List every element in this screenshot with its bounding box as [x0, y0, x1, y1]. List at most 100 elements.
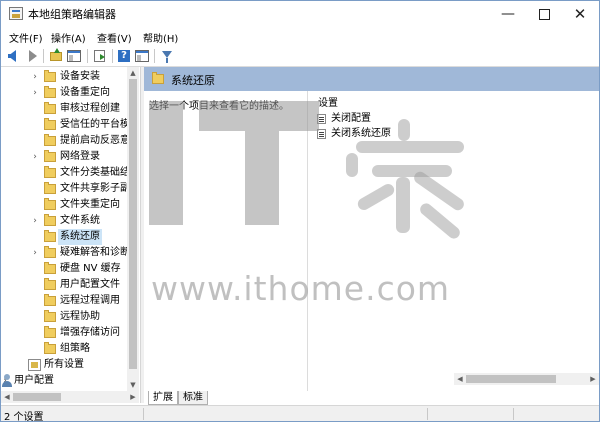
tree-item-device-installation[interactable]: › 设备安装	[1, 69, 127, 85]
scroll-down-arrow-icon[interactable]: ▼	[127, 379, 139, 391]
export-icon	[94, 50, 105, 62]
toolbar-separator	[87, 49, 88, 63]
scroll-left-arrow-icon[interactable]: ◀	[1, 391, 13, 403]
details-horizontal-scrollbar[interactable]: ◀ ▶	[454, 373, 599, 385]
tree-item-audit-process-creation[interactable]: 审核过程创建	[1, 101, 127, 117]
tree-item-label: 审核过程创建	[60, 103, 120, 114]
scroll-up-arrow-icon[interactable]: ▲	[127, 67, 139, 79]
folder-icon	[44, 182, 56, 194]
forward-button[interactable]	[23, 48, 39, 64]
export-list-button[interactable]	[92, 48, 108, 64]
view-tabs: 扩展 标准	[144, 391, 599, 405]
up-one-level-button[interactable]	[48, 48, 64, 64]
expand-chevron-icon[interactable]: ›	[31, 85, 39, 101]
expand-chevron-icon[interactable]: ›	[31, 245, 39, 261]
settings-column-header[interactable]: 设置	[318, 94, 338, 109]
tree-hscroll-thumb[interactable]	[13, 393, 61, 401]
tree-item-system-restore[interactable]: 系统还原	[1, 229, 127, 245]
expand-chevron-icon[interactable]: ›	[31, 213, 39, 229]
toolbar-separator	[43, 49, 44, 63]
help-icon: ?	[118, 50, 130, 62]
tree-item-label: 提前启动反恶意	[60, 135, 130, 146]
console-tree-icon	[67, 50, 81, 62]
tree-item-label: 用户配置	[14, 375, 54, 386]
toolbar-separator	[112, 49, 113, 63]
tree-item-label: 系统还原	[58, 229, 102, 245]
back-arrow-icon	[8, 50, 16, 62]
scroll-right-arrow-icon[interactable]: ▶	[127, 391, 139, 403]
tree-vertical-scrollbar[interactable]: ▲ ▼	[127, 67, 139, 391]
tree-item-group-policy[interactable]: 组策略	[1, 341, 127, 357]
folder-icon	[44, 262, 56, 274]
tree-item-user-configuration[interactable]: › 用户配置	[1, 373, 127, 389]
tree-item-device-redirection[interactable]: › 设备重定向	[1, 85, 127, 101]
tree-item-remote-assistance[interactable]: 远程协助	[1, 309, 127, 325]
folder-icon	[44, 86, 56, 98]
menu-view[interactable]: 查看(V)	[97, 30, 132, 45]
tree-item-troubleshooting-diagnostics[interactable]: › 疑难解答和诊断	[1, 245, 130, 261]
tab-extended[interactable]: 扩展	[148, 391, 178, 405]
scroll-right-arrow-icon[interactable]: ▶	[587, 373, 599, 385]
tree-item-enhanced-storage-access[interactable]: 增强存储访问	[1, 325, 127, 341]
tree-item-trusted-platform-module[interactable]: 受信任的平台模	[1, 117, 130, 133]
tree-item-early-launch-antimalware[interactable]: 提前启动反恶意	[1, 133, 130, 149]
folder-icon	[44, 118, 56, 130]
folder-icon	[44, 134, 56, 146]
tree-item-net-logon[interactable]: › 网络登录	[1, 149, 127, 165]
maximize-button[interactable]	[527, 1, 561, 27]
help-button[interactable]: ?	[116, 48, 132, 64]
policy-setting-icon	[317, 129, 326, 139]
maximize-icon	[538, 8, 550, 20]
tree-item-filesystem[interactable]: › 文件系统	[1, 213, 127, 229]
tree-item-file-classification[interactable]: 文件分类基础结	[1, 165, 130, 181]
menu-help[interactable]: 帮助(H)	[143, 30, 178, 45]
back-button[interactable]	[6, 48, 22, 64]
folder-up-icon	[50, 48, 62, 61]
tree-item-disk-nv-cache[interactable]: 硬盘 NV 缓存	[1, 261, 127, 277]
tree-item-label: 疑难解答和诊断	[60, 247, 130, 258]
filter-icon	[162, 51, 172, 63]
user-icon	[1, 374, 13, 388]
menu-file[interactable]: 文件(F)	[9, 30, 43, 45]
show-hide-tree-button[interactable]	[66, 48, 82, 64]
tree-item-user-profiles[interactable]: 用户配置文件	[1, 277, 127, 293]
console-tree: › 设备安装 › 设备重定向 审核过程创建 受信任的平台模 提前启动反恶意 › …	[1, 67, 139, 391]
toolbar: ?	[1, 46, 599, 67]
menu-action[interactable]: 操作(A)	[51, 30, 86, 45]
tree-scroll-thumb[interactable]	[129, 79, 137, 369]
tree-item-label: 文件共享影子副	[60, 183, 130, 194]
tab-standard[interactable]: 标准	[178, 391, 208, 405]
expand-chevron-icon[interactable]: ›	[31, 149, 39, 165]
folder-icon	[44, 326, 56, 338]
tree-item-label: 用户配置文件	[60, 279, 120, 290]
tree-item-label: 文件系统	[60, 215, 100, 226]
policy-editor-app-icon	[9, 7, 23, 20]
tree-item-file-share-shadow-copy[interactable]: 文件共享影子副	[1, 181, 130, 197]
folder-icon	[44, 278, 56, 290]
tree-item-label: 远程过程调用	[60, 295, 120, 306]
minimize-button[interactable]: —	[491, 1, 525, 27]
details-hscroll-thumb[interactable]	[466, 375, 556, 383]
folder-icon	[44, 70, 56, 82]
folder-icon	[44, 342, 56, 354]
forward-arrow-icon	[29, 50, 37, 62]
folder-icon	[44, 214, 56, 226]
filter-button[interactable]	[159, 48, 175, 64]
expand-chevron-icon[interactable]: ›	[31, 69, 39, 85]
policy-setting-icon	[317, 114, 326, 124]
close-button[interactable]: ✕	[563, 1, 597, 27]
tree-horizontal-scrollbar[interactable]: ◀ ▶	[1, 391, 139, 403]
tree-item-label: 受信任的平台模	[60, 119, 130, 130]
scroll-left-arrow-icon[interactable]: ◀	[454, 373, 466, 385]
description-divider	[307, 91, 308, 391]
properties-button[interactable]	[134, 48, 150, 64]
tree-item-label: 网络登录	[60, 151, 100, 162]
tree-item-label: 组策略	[60, 343, 90, 354]
tree-item-label: 远程协助	[60, 311, 100, 322]
status-separator	[513, 408, 514, 420]
tree-item-all-settings[interactable]: 所有设置	[1, 357, 127, 373]
tree-item-folder-redirection[interactable]: 文件夹重定向	[1, 197, 127, 213]
folder-icon	[44, 310, 56, 322]
tree-item-label: 文件夹重定向	[60, 199, 120, 210]
tree-item-remote-procedure-call[interactable]: 远程过程调用	[1, 293, 127, 309]
